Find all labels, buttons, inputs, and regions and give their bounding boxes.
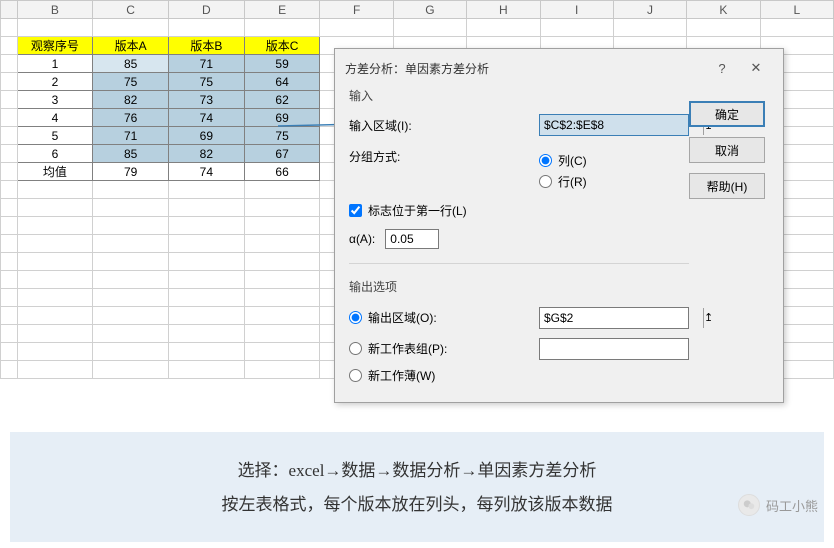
caption-line-1: 选择：excel→数据→数据分析→单因素方差分析 xyxy=(20,454,814,488)
input-range-label: 输入区域(I): xyxy=(349,117,449,134)
col-D[interactable]: D xyxy=(169,1,245,19)
output-range-field[interactable]: ↥ xyxy=(539,307,689,329)
new-sheet-name-input[interactable] xyxy=(540,339,703,359)
col-F[interactable]: F xyxy=(320,1,393,19)
output-range-input[interactable] xyxy=(540,308,703,328)
group-by-label: 分组方式: xyxy=(349,148,449,165)
input-group-label: 输入 xyxy=(349,87,689,104)
new-sheet-name-field[interactable] xyxy=(539,338,689,360)
group-by-column-radio[interactable] xyxy=(539,154,552,167)
output-range-label: 输出区域(O): xyxy=(368,309,437,326)
col-L[interactable]: L xyxy=(760,1,833,19)
output-range-radio[interactable] xyxy=(349,311,362,324)
new-workbook-label: 新工作薄(W) xyxy=(368,367,435,384)
cancel-button[interactable]: 取消 xyxy=(689,137,765,163)
col-C[interactable]: C xyxy=(93,1,169,19)
labels-first-row-label: 标志位于第一行(L) xyxy=(368,202,467,219)
watermark-text: 码工小熊 xyxy=(766,496,818,515)
col-B[interactable]: B xyxy=(17,1,93,19)
help-button-side[interactable]: 帮助(H) xyxy=(689,173,765,199)
ok-button[interactable]: 确定 xyxy=(689,101,765,127)
column-headers: B C D E F G H I J K L xyxy=(1,1,834,19)
col-K[interactable]: K xyxy=(687,1,760,19)
alpha-input[interactable] xyxy=(385,229,439,249)
output-group-label: 输出选项 xyxy=(349,278,689,295)
col-E[interactable]: E xyxy=(244,1,320,19)
caption-box: 选择：excel→数据→数据分析→单因素方差分析 按左表格式，每个版本放在列头，… xyxy=(10,432,824,542)
hdr-obs[interactable]: 观察序号 xyxy=(17,37,93,55)
col-J[interactable]: J xyxy=(613,1,686,19)
col-G[interactable]: G xyxy=(393,1,466,19)
new-workbook-radio[interactable] xyxy=(349,369,362,382)
hdr-verB[interactable]: 版本B xyxy=(169,37,245,55)
dialog-title: 方差分析：单因素方差分析 xyxy=(345,60,489,77)
group-by-row-label: 行(R) xyxy=(558,173,587,190)
group-by-row-radio[interactable] xyxy=(539,175,552,188)
help-button[interactable]: ? xyxy=(705,57,739,79)
col-H[interactable]: H xyxy=(467,1,540,19)
hdr-verA[interactable]: 版本A xyxy=(93,37,169,55)
anova-dialog: 方差分析：单因素方差分析 ? ✕ 输入 输入区域(I): ↥ 分组方式: xyxy=(334,48,784,403)
close-button[interactable]: ✕ xyxy=(739,57,773,79)
hdr-verC[interactable]: 版本C xyxy=(244,37,320,55)
new-sheet-label: 新工作表组(P): xyxy=(368,340,447,357)
input-range-field[interactable]: ↥ xyxy=(539,114,689,136)
col-I[interactable]: I xyxy=(540,1,613,19)
watermark: 码工小熊 xyxy=(738,494,818,516)
labels-first-row-checkbox[interactable] xyxy=(349,204,362,217)
input-range-input[interactable] xyxy=(540,115,703,135)
wechat-icon xyxy=(738,494,760,516)
new-sheet-radio[interactable] xyxy=(349,342,362,355)
caption-line-2: 按左表格式，每个版本放在列头，每列放该版本数据 xyxy=(20,488,814,522)
group-by-column-label: 列(C) xyxy=(558,152,587,169)
alpha-label: α(A): xyxy=(349,232,375,246)
